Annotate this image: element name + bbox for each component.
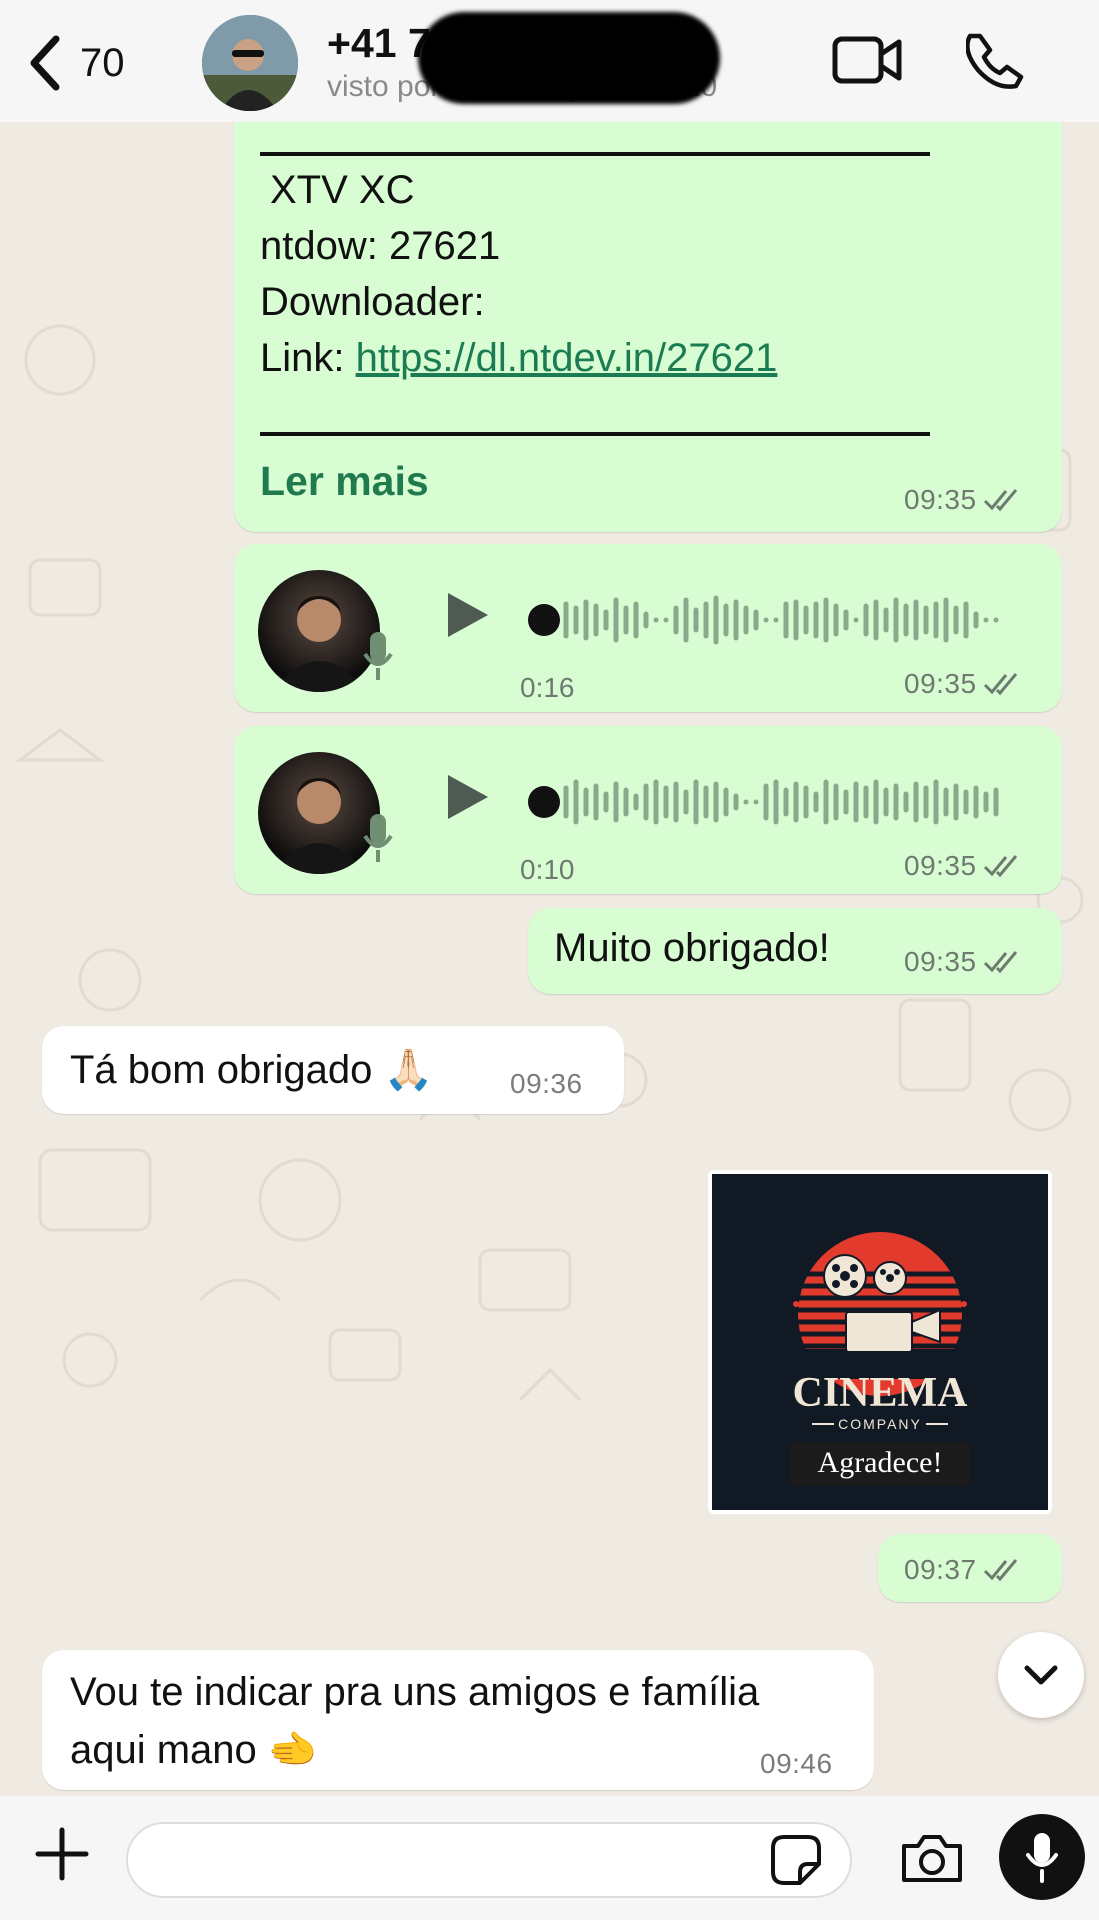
message-timestamp: 09:35: [904, 668, 1023, 700]
double-check-icon: [983, 1559, 1017, 1582]
chat-header: 70 +41 79 591 81 72 visto por último hoj…: [0, 0, 1099, 122]
brand-subtext: COMPANY: [838, 1416, 922, 1432]
playback-position[interactable]: [528, 604, 560, 636]
message-timestamp: 09:35: [904, 484, 1023, 516]
message-bubble-outgoing[interactable]: XTV XC ntdow: 27621 Downloader: Link: ht…: [234, 118, 1062, 532]
message-bubble-outgoing[interactable]: Muito obrigado! 09:35: [528, 908, 1062, 994]
scroll-to-bottom-button[interactable]: [998, 1632, 1084, 1718]
play-icon[interactable]: [444, 590, 490, 640]
double-check-icon: [983, 855, 1017, 878]
back-button[interactable]: 70: [28, 30, 125, 96]
voice-message-bubble[interactable]: 0:16 09:35: [234, 544, 1062, 712]
double-check-icon: [983, 489, 1017, 512]
waveform[interactable]: [562, 774, 1022, 830]
camera-icon[interactable]: [900, 1832, 964, 1884]
message-timestamp: 09:36: [510, 1068, 583, 1100]
time-text: 09:35: [904, 946, 977, 977]
voice-duration: 0:10: [520, 854, 575, 885]
microphone-icon: [363, 632, 393, 680]
message-timestamp: 09:35: [904, 850, 1023, 882]
message-bubble-incoming[interactable]: Vou te indicar pra uns amigos e família …: [42, 1650, 874, 1790]
voice-duration: 0:16: [520, 672, 575, 703]
time-text: 09:36: [510, 1068, 583, 1099]
read-more-link[interactable]: Ler mais: [260, 458, 429, 505]
message-text: aqui mano 🫲: [70, 1728, 318, 1772]
redaction-mark: [418, 12, 720, 104]
message-line: ntdow: 27621: [260, 224, 501, 268]
double-check-icon: [983, 951, 1017, 974]
message-timestamp: 09:46: [760, 1748, 833, 1780]
link-label: Link:: [260, 336, 356, 380]
message-text: Vou te indicar pra uns amigos e família: [70, 1670, 760, 1714]
message-link[interactable]: https://dl.ntdev.in/27621: [356, 336, 778, 380]
time-text: 09:35: [904, 668, 977, 699]
brand-text: CINEMA: [793, 1370, 969, 1416]
microphone-icon: [363, 814, 393, 862]
play-icon[interactable]: [444, 772, 490, 822]
phone-call-icon[interactable]: [966, 32, 1024, 90]
unread-count: 70: [80, 40, 125, 85]
image-message[interactable]: CINEMA COMPANY Agradece!: [708, 1170, 1052, 1514]
message-text: Muito obrigado!: [554, 926, 830, 970]
divider: [260, 152, 930, 156]
microphone-icon: [1026, 1833, 1058, 1883]
message-line: Downloader:: [260, 280, 485, 324]
plus-icon[interactable]: [34, 1826, 90, 1882]
message-text: Tá bom obrigado 🙏🏻: [70, 1048, 434, 1092]
cinema-poster-image: CINEMA COMPANY Agradece!: [712, 1174, 1048, 1510]
message-timestamp: 09:37: [904, 1554, 1023, 1586]
tagline-text: Agradece!: [818, 1446, 943, 1479]
chevron-down-icon: [1024, 1665, 1058, 1685]
image-timestamp-bubble: 09:37: [878, 1534, 1062, 1602]
contact-avatar[interactable]: [202, 15, 298, 111]
message-timestamp: 09:35: [904, 946, 1023, 978]
time-text: 09:46: [760, 1748, 833, 1779]
message-line: Link: https://dl.ntdev.in/27621: [260, 336, 777, 381]
chevron-left-icon: [30, 35, 60, 91]
time-text: 09:35: [904, 484, 977, 515]
time-text: 09:37: [904, 1554, 977, 1585]
playback-position[interactable]: [528, 786, 560, 818]
composer-bar: [0, 1796, 1099, 1920]
message-line: XTV XC: [270, 168, 415, 212]
message-bubble-incoming[interactable]: Tá bom obrigado 🙏🏻 09:36: [42, 1026, 624, 1114]
message-input[interactable]: [126, 1822, 852, 1898]
time-text: 09:35: [904, 850, 977, 881]
sticker-icon[interactable]: [770, 1834, 822, 1886]
video-call-icon[interactable]: [832, 34, 902, 86]
double-check-icon: [983, 673, 1017, 696]
voice-record-button[interactable]: [999, 1814, 1085, 1900]
voice-message-bubble[interactable]: 0:10 09:35: [234, 726, 1062, 894]
waveform[interactable]: [562, 592, 1022, 648]
divider: [260, 432, 930, 436]
